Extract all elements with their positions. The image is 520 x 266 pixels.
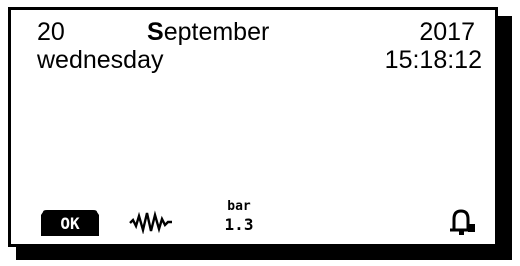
waveform-shape — [129, 210, 172, 235]
date-day: 20 — [37, 18, 65, 46]
pressure-unit: bar — [227, 199, 251, 214]
weekday: wednesday — [37, 46, 164, 74]
icon-bar: OK bar 1.3 — [11, 200, 495, 244]
date-year: 2017 — [419, 18, 475, 46]
time-row: wednesday 15:18:12 — [11, 45, 495, 75]
ok-button-icon[interactable]: OK — [39, 206, 101, 240]
date-month: September — [147, 17, 269, 47]
date-month-initial: S — [147, 18, 164, 46]
bell-icon[interactable] — [446, 206, 478, 238]
pressure-bar-icon[interactable]: bar 1.3 — [216, 200, 262, 240]
date-row: 20 September 2017 — [11, 17, 495, 47]
pressure-value: 1.3 — [224, 215, 254, 234]
bell-shape — [450, 209, 475, 235]
lcd-screen: 20 September 2017 wednesday 15:18:12 OK … — [8, 7, 498, 247]
clock-time: 15:18:12 — [384, 46, 482, 74]
waveform-icon[interactable] — [129, 210, 173, 235]
date-month-rest: eptember — [163, 18, 270, 46]
ok-label: OK — [60, 214, 80, 233]
